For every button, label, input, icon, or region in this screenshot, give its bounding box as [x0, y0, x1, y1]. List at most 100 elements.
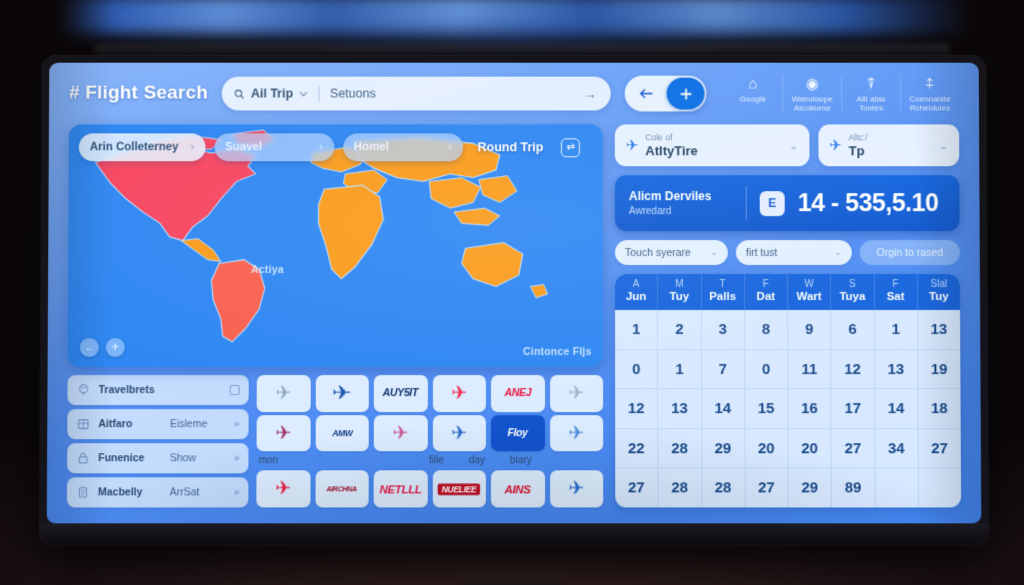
airline-logo[interactable]: AINS: [490, 470, 545, 508]
calendar-day-cell[interactable]: 16: [787, 389, 831, 429]
photo-of-monitor: # Flight Search Ail Trip Setuons → ⌂ Goo…: [0, 0, 1024, 585]
list-item[interactable]: Aitfaro Eisleme »: [67, 409, 249, 440]
monitor: # Flight Search Ail Trip Setuons → ⌂ Goo…: [39, 55, 989, 546]
swap-icon[interactable]: ⇄: [561, 137, 581, 157]
price-card[interactable]: Alicm Derviles Awredard E 14 - 535,5.10: [614, 175, 960, 232]
tool-google[interactable]: ⌂ Google: [723, 74, 782, 112]
calendar-day-cell[interactable]: 27: [744, 468, 788, 508]
calendar-day-cell[interactable]: 34: [874, 429, 918, 468]
airline-logo[interactable]: ✈: [549, 414, 604, 452]
world-map-card[interactable]: Arin Colleterney › Suavel › Homel › Roun…: [67, 124, 604, 368]
airline-logo[interactable]: ✈: [256, 470, 311, 508]
calendar-day-cell[interactable]: 1: [657, 349, 701, 389]
calendar-day-cell[interactable]: 0: [743, 349, 788, 389]
search-input[interactable]: Setuons: [319, 87, 583, 101]
airline-logo[interactable]: ✈: [256, 414, 311, 452]
checkbox[interactable]: [229, 385, 240, 396]
price-amount: 14 - 535,5.10: [797, 188, 939, 217]
search-bar[interactable]: Ail Trip Setuons →: [221, 76, 611, 111]
calendar-day-cell[interactable]: 9: [787, 310, 831, 349]
airline-logo[interactable]: ANEJ: [490, 375, 545, 412]
selector-caption: Altc:/: [848, 132, 868, 143]
calendar-day-cell[interactable]: 13: [916, 310, 961, 349]
tool-atlas[interactable]: ⍒ Alll atas Tontes: [841, 74, 901, 113]
airline-logo[interactable]: ✈: [256, 375, 311, 412]
airline-logo[interactable]: ✈: [315, 375, 369, 412]
calendar-day-cell[interactable]: 11: [787, 349, 831, 389]
filter-firt-tust[interactable]: firt tust ⌄: [735, 240, 852, 266]
calendar-day-cell[interactable]: 20: [787, 429, 831, 468]
calendar-day-cell[interactable]: 20: [744, 429, 788, 468]
tool-schedules[interactable]: ⍏ Coennaiste Rchelduies: [899, 74, 959, 113]
calendar-day-cell[interactable]: 13: [657, 389, 701, 429]
chevron-right-icon: ›: [319, 141, 323, 154]
trip-mode-label: Round Trip: [477, 140, 544, 155]
note-icon: ⍏: [925, 75, 935, 93]
calendar-day-cell[interactable]: 19: [916, 349, 961, 389]
map-tab-origin[interactable]: Arin Colleterney ›: [78, 133, 206, 162]
calendar-day-cell[interactable]: 1: [873, 310, 917, 349]
calendar-day-cell[interactable]: 29: [787, 468, 832, 508]
add-button[interactable]: [666, 77, 705, 110]
airline-logo[interactable]: AUY5IT: [373, 375, 428, 412]
calendar-header: A Jun M Tuy T Palls F Dat W Wart S Tuya F Sat S…: [614, 274, 961, 311]
calendar-day-cell[interactable]: 22: [615, 429, 657, 468]
list-item[interactable]: Funenice Show »: [67, 443, 249, 474]
left-column: Arin Colleterney › Suavel › Homel › Roun…: [66, 124, 604, 508]
calendar-day-cell[interactable]: 2: [657, 310, 701, 349]
calendar-day-cell[interactable]: 7: [700, 349, 744, 389]
tool-wairoloupe[interactable]: ◉ Wairoloupe Atcokurne: [782, 74, 842, 113]
calendar-day-cell[interactable]: 17: [830, 389, 875, 429]
calendar-day-cell[interactable]: 14: [700, 389, 745, 429]
calendar-day-cell[interactable]: 8: [743, 310, 788, 349]
calendar-day-cell[interactable]: 28: [657, 468, 701, 508]
calendar-day-cell[interactable]: 3: [700, 310, 744, 349]
destination-selector[interactable]: ✈ Altc:/ Tp ⌄: [818, 124, 960, 167]
airline-logo[interactable]: ✈: [549, 375, 604, 412]
filter-touch-syerare[interactable]: Touch syerare ⌄: [614, 240, 728, 266]
airline-logo-row: ✈ AIRCHNA NETLLL NUELIEE AINS ✈: [256, 470, 604, 508]
airline-logo[interactable]: AMW: [315, 414, 369, 452]
calendar-day-cell[interactable]: 27: [615, 469, 657, 508]
calendar-day-cell[interactable]: 6: [830, 310, 874, 349]
calendar-day-cell[interactable]: 13: [873, 349, 918, 389]
back-circle-icon[interactable]: ←: [79, 338, 99, 358]
selector-row: ✈ Cole of AtltyTire ⌄ ✈ Altc:/ Tp ⌄: [614, 124, 960, 167]
calendar-day-cell[interactable]: 28: [700, 468, 745, 508]
calendar-day-cell[interactable]: 27: [917, 429, 961, 468]
airline-mid-labels: mon fille day blary: [256, 455, 603, 468]
airline-logo[interactable]: ✈: [432, 414, 486, 452]
calendar-day-cell[interactable]: 29: [700, 429, 745, 468]
search-scope-selector[interactable]: Ail Trip: [234, 87, 318, 101]
list-item[interactable]: Macbelly ArrSat »: [66, 477, 249, 508]
airline-logo[interactable]: ✈: [549, 470, 604, 508]
airline-logo[interactable]: ✈: [373, 414, 428, 452]
origin-selector[interactable]: ✈ Cole of AtltyTire ⌄: [614, 124, 810, 167]
calendar-day-cell[interactable]: 89: [830, 468, 875, 508]
map-tab-travel[interactable]: Suavel ›: [214, 133, 334, 162]
calendar-day-cell[interactable]: 12: [830, 349, 874, 389]
calendar-day-cell[interactable]: 1: [615, 310, 657, 349]
airline-logo[interactable]: ✈: [432, 375, 486, 412]
calendar-day-cell[interactable]: 0: [615, 350, 657, 389]
map-tab-label: Arin Colleterney: [89, 141, 179, 154]
calendar-day-cell[interactable]: 12: [615, 389, 657, 428]
calendar-day-cell[interactable]: 14: [873, 389, 918, 429]
chevron-right-icon: »: [233, 486, 240, 498]
calendar-day-cell[interactable]: 28: [657, 429, 701, 468]
list-item[interactable]: Travelbrets: [67, 375, 249, 406]
calendar-day-cell[interactable]: 15: [743, 389, 788, 429]
back-button[interactable]: [627, 78, 665, 110]
airline-logo[interactable]: NETLLL: [373, 470, 428, 508]
calendar-week-row: 22 28 29 20 20 27 34 27: [615, 428, 961, 468]
airline-logo[interactable]: Floy: [490, 414, 545, 452]
calendar-day-cell[interactable]: 27: [830, 429, 875, 468]
airline-logo[interactable]: NUELIEE: [432, 470, 486, 508]
arrow-right-icon[interactable]: →: [583, 86, 599, 102]
calendar-day-cell[interactable]: 18: [917, 389, 961, 429]
plane-circle-icon[interactable]: ✈: [105, 338, 125, 358]
filter-label: Orgin to rased: [876, 246, 944, 259]
filter-orgin-to-rased[interactable]: Orgin to rased: [859, 240, 960, 266]
map-tab-home[interactable]: Homel ›: [342, 133, 463, 162]
airline-logo[interactable]: AIRCHNA: [315, 470, 369, 508]
